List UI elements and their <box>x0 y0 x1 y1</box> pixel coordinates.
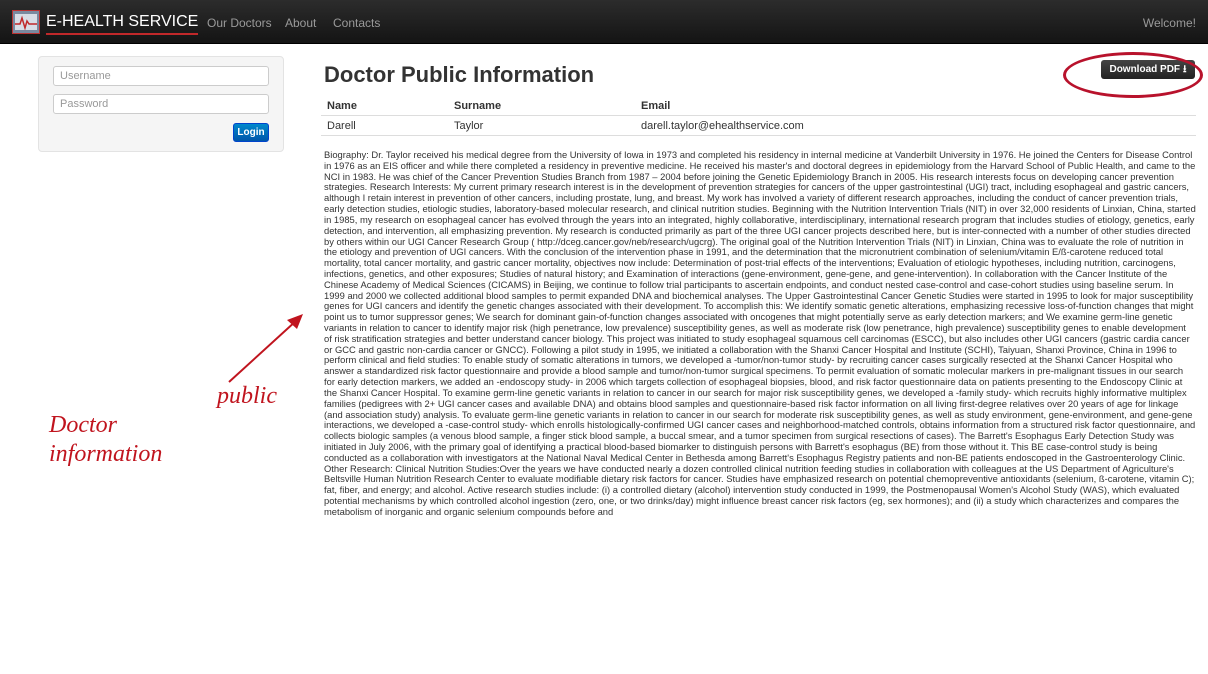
annotation-information: information <box>49 441 163 467</box>
login-form: Login <box>38 56 284 152</box>
cell-name: Darell <box>321 115 448 136</box>
nav-our-doctors[interactable]: Our Doctors <box>207 16 272 30</box>
page-title: Doctor Public Information <box>324 62 595 87</box>
brand[interactable]: E-HEALTH SERVICE <box>12 9 199 35</box>
brand-name: E-HEALTH SERVICE <box>46 13 199 35</box>
table-header-row: Name Surname Email <box>321 96 1196 116</box>
annotation-arrow-icon <box>228 314 303 383</box>
username-input[interactable] <box>53 66 269 86</box>
annotation-public: public <box>217 383 277 409</box>
header-email: Email <box>641 99 671 112</box>
annotation-doctor: Doctor <box>49 412 117 438</box>
password-input[interactable] <box>53 94 269 114</box>
nav-about[interactable]: About <box>285 16 316 30</box>
cell-surname: Taylor <box>448 115 635 136</box>
welcome-text: Welcome! <box>1142 16 1196 30</box>
biography-text: Biography: Dr. Taylor received his medic… <box>324 150 1196 517</box>
doctor-info-table: Name Surname Email Darell Taylor darell.… <box>321 96 1196 136</box>
login-button[interactable]: Login <box>233 123 269 142</box>
header-name: Name <box>327 99 357 112</box>
nav-contacts[interactable]: Contacts <box>333 16 380 30</box>
table-row: Darell Taylor darell.taylor@ehealthservi… <box>321 115 1196 136</box>
navbar: E-HEALTH SERVICE Our Doctors About Conta… <box>0 0 1208 44</box>
cell-email: darell.taylor@ehealthservice.com <box>635 115 1196 136</box>
heartbeat-logo-icon <box>12 10 40 34</box>
highlight-ellipse <box>1063 52 1203 98</box>
header-surname: Surname <box>454 99 502 112</box>
